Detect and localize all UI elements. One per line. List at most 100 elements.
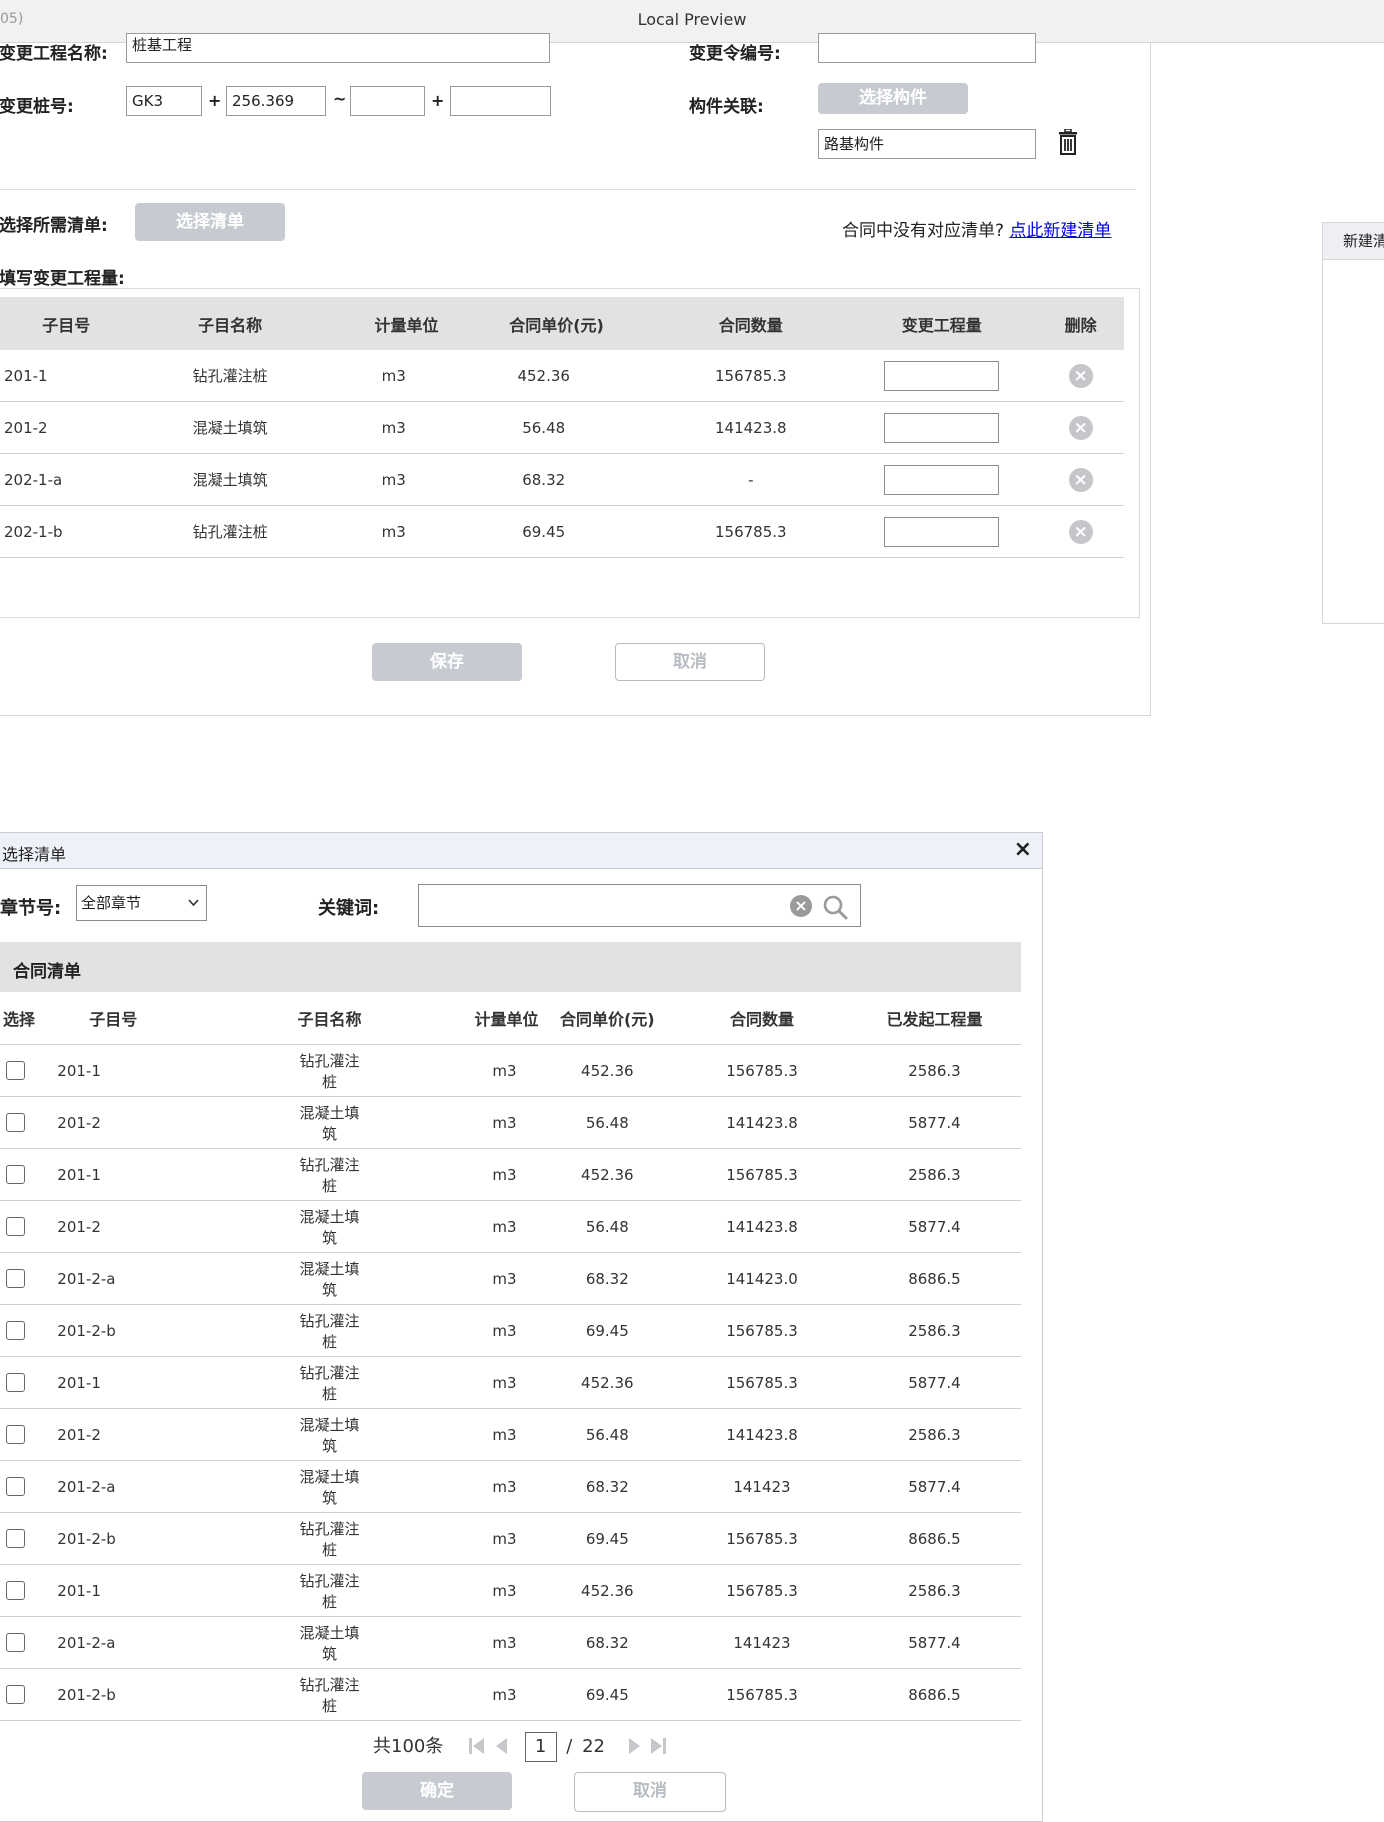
item-no: 201-2-b (57, 1668, 184, 1721)
col-price: 合同单价(元) (538, 992, 677, 1045)
project-name-input[interactable]: 桩基工程 (126, 33, 550, 63)
unit-price: 69.45 (538, 1304, 677, 1357)
unit-price-cell: m3 452.36 (327, 350, 656, 402)
confirm-button[interactable]: 确定 (362, 1772, 512, 1810)
item-name: 混凝土填筑 (183, 1460, 367, 1513)
trash-icon[interactable] (1057, 129, 1079, 155)
item-name: 钻孔灌注桩 (183, 1356, 367, 1409)
table-row: 201-2 混凝土填筑 m3 56.48 141423.8 × (0, 401, 1124, 454)
next-page-icon[interactable] (625, 1736, 643, 1756)
chevron-down-icon (188, 899, 199, 907)
delete-row-icon[interactable]: × (1068, 519, 1093, 544)
row-checkbox[interactable] (6, 1217, 25, 1236)
col-qty: 合同数量 (676, 992, 848, 1045)
delete-row-icon[interactable]: × (1068, 415, 1093, 440)
contract-qty: 156785.3 (676, 1044, 848, 1097)
unit: m3 (366, 1512, 539, 1565)
new-list-link[interactable]: 点此新建清单 (1009, 221, 1111, 241)
change-qty-cell (846, 505, 1038, 558)
row-checkbox[interactable] (6, 1061, 25, 1080)
col-change-qty: 变更工程量 (846, 297, 1038, 350)
unit: m3 (366, 1252, 539, 1305)
divider (0, 189, 1136, 190)
prev-page-icon[interactable] (493, 1736, 511, 1756)
change-qty-input[interactable] (884, 516, 1000, 547)
save-button[interactable]: 保存 (372, 643, 522, 681)
row-checkbox[interactable] (6, 1685, 25, 1704)
station-input-3[interactable] (350, 86, 425, 116)
row-checkbox[interactable] (6, 1477, 25, 1496)
last-page-icon[interactable] (648, 1736, 668, 1756)
row-checkbox[interactable] (6, 1373, 25, 1392)
change-qty-cell (846, 453, 1038, 506)
component-input[interactable]: 路基构件 (818, 129, 1036, 159)
select-cell (0, 1668, 58, 1721)
contract-qty: 156785.3 (676, 1304, 848, 1357)
item-no: 201-2-a (57, 1252, 184, 1305)
table-row: 201-2-b 钻孔灌注桩 m3 69.45 156785.3 8686.5 (0, 1512, 1021, 1565)
delete-row-icon[interactable]: × (1068, 363, 1093, 388)
first-page-icon[interactable] (467, 1736, 487, 1756)
contract-qty: 156785.3 (676, 1356, 848, 1409)
row-checkbox[interactable] (6, 1269, 25, 1288)
change-qty-input[interactable] (884, 360, 1000, 391)
row-checkbox[interactable] (6, 1633, 25, 1652)
contract-qty: 156785.3 (676, 1564, 848, 1617)
issued-qty: 5877.4 (847, 1200, 1021, 1253)
no-list-text: 合同中没有对应清单? (842, 221, 1005, 241)
contract-qty: 141423.0 (676, 1252, 848, 1305)
unit: m3 (366, 1200, 539, 1253)
unit-price-cell: m3 68.32 (327, 453, 656, 506)
table-row: 201-2 混凝土填筑 m3 56.48 141423.8 2586.3 (0, 1408, 1021, 1461)
window-title: Local Preview (637, 10, 747, 29)
station-input-4[interactable] (450, 86, 551, 116)
chapter-select[interactable]: 全部章节 (76, 885, 207, 921)
item-no: 202-1-a (0, 453, 133, 506)
row-checkbox[interactable] (6, 1113, 25, 1132)
unit-price: 56.48 (538, 1096, 677, 1149)
component-label: 构件关联: (689, 97, 764, 117)
table-header-row: 子目号 子目名称 计量单位 合同单价(元) 合同数量 变更工程量 删除 (0, 297, 1124, 350)
col-unit-price-group: 计量单位 合同单价(元) (327, 297, 656, 350)
order-no-input[interactable] (818, 33, 1036, 63)
col-issued-qty: 已发起工程量 (847, 992, 1021, 1045)
col-unit: 计量单位 (374, 315, 439, 335)
unit-price: 452.36 (538, 1148, 677, 1201)
station-input-1[interactable]: GK3 (126, 86, 202, 116)
col-unit: 计量单位 (366, 992, 539, 1045)
station-label: 变更桩号: (0, 97, 74, 117)
page-input[interactable]: 1 (524, 1732, 557, 1762)
plus-sign-2: + (431, 91, 445, 110)
select-list-button[interactable]: 选择清单 (135, 203, 285, 241)
row-checkbox[interactable] (6, 1165, 25, 1184)
search-icon[interactable] (822, 894, 848, 920)
dialog-cancel-button[interactable]: 取消 (574, 1772, 726, 1812)
cancel-button[interactable]: 取消 (615, 643, 765, 681)
change-qty-input[interactable] (884, 464, 1000, 495)
row-checkbox[interactable] (6, 1425, 25, 1444)
select-cell (0, 1356, 58, 1409)
col-item-name: 子目名称 (132, 297, 328, 350)
issued-qty: 5877.4 (847, 1616, 1021, 1669)
keyword-label: 关键词: (318, 898, 380, 919)
col-delete: 删除 (1037, 297, 1124, 350)
unit: m3 (366, 1564, 539, 1617)
row-checkbox[interactable] (6, 1529, 25, 1548)
item-name: 混凝土填筑 (132, 453, 328, 506)
row-checkbox[interactable] (6, 1321, 25, 1340)
clear-icon[interactable]: × (790, 895, 812, 917)
new-list-panel: 新建清 (1322, 222, 1384, 624)
contract-qty: 156785.3 (676, 1148, 848, 1201)
change-qty-input[interactable] (884, 412, 1000, 443)
station-input-2[interactable]: 256.369 (226, 86, 326, 116)
page-separator: / (566, 1736, 573, 1757)
row-checkbox[interactable] (6, 1581, 25, 1600)
table-row: 201-1 钻孔灌注桩 m3 452.36 156785.3 5877.4 (0, 1356, 1021, 1409)
contract-list-section-header: 合同清单 (0, 942, 1021, 992)
unit: m3 (366, 1668, 539, 1721)
keyword-input[interactable]: × (418, 884, 861, 927)
close-icon[interactable]: × (1014, 837, 1032, 862)
select-component-button[interactable]: 选择构件 (818, 83, 968, 114)
unit: m3 (366, 1460, 539, 1513)
delete-row-icon[interactable]: × (1068, 467, 1093, 492)
